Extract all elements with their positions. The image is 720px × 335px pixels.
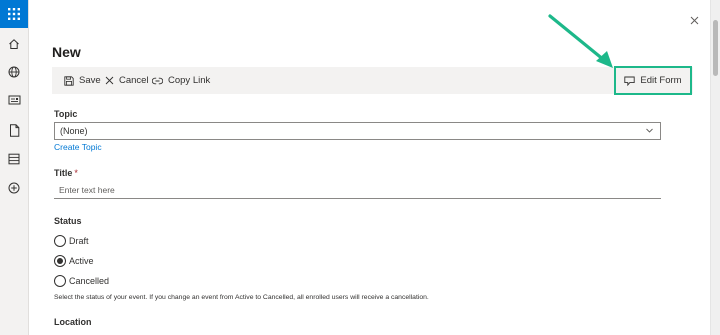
title-label-text: Title <box>54 168 73 178</box>
required-marker: * <box>74 168 78 178</box>
radio-cancelled[interactable] <box>54 275 66 287</box>
copy-link-button[interactable]: Copy Link <box>152 67 210 94</box>
add-circle-icon <box>8 182 20 194</box>
rail-news-button[interactable] <box>6 92 22 108</box>
topic-label: Topic <box>54 109 78 119</box>
news-icon <box>8 95 20 105</box>
edit-form-label: Edit Form <box>640 75 682 86</box>
save-button[interactable]: Save <box>64 67 101 94</box>
close-icon <box>690 16 698 24</box>
waffle-icon <box>8 8 20 20</box>
list-icon <box>8 153 20 165</box>
title-input[interactable] <box>54 182 661 199</box>
annotation-arrow-icon <box>548 14 613 68</box>
title-label: Title * <box>54 168 78 178</box>
status-label: Status <box>54 216 82 226</box>
app-rail <box>0 0 29 335</box>
rail-lists-button[interactable] <box>6 151 22 167</box>
app-launcher-button[interactable] <box>0 0 28 28</box>
scrollbar[interactable] <box>710 0 720 335</box>
radio-selected-dot <box>57 258 63 264</box>
copy-link-label: Copy Link <box>168 75 211 86</box>
home-icon <box>9 39 19 49</box>
chevron-down-icon <box>646 128 653 133</box>
rail-create-button[interactable] <box>6 180 22 196</box>
link-icon <box>152 77 163 84</box>
location-label: Location <box>54 317 92 327</box>
globe-icon <box>8 66 20 78</box>
save-label: Save <box>79 75 101 86</box>
cancel-label: Cancel <box>119 75 149 86</box>
scrollbar-thumb[interactable] <box>713 20 718 76</box>
radio-draft[interactable] <box>54 235 66 247</box>
status-help-text: Select the status of your event. If you … <box>54 294 429 301</box>
rail-files-button[interactable] <box>6 122 22 138</box>
save-icon <box>64 75 74 86</box>
status-option-draft[interactable]: Draft <box>54 234 89 248</box>
status-option-active[interactable]: Active <box>54 254 94 268</box>
topic-select[interactable]: (None) <box>54 122 661 140</box>
status-option-label: Cancelled <box>69 276 110 286</box>
status-option-label: Draft <box>69 236 89 246</box>
radio-active[interactable] <box>54 255 66 267</box>
cancel-icon <box>105 76 114 85</box>
document-icon <box>9 123 19 137</box>
cancel-button[interactable]: Cancel <box>105 67 149 94</box>
close-button[interactable] <box>687 13 701 27</box>
page-title: New <box>52 44 81 60</box>
rail-home-button[interactable] <box>6 36 22 52</box>
status-option-label: Active <box>69 256 94 266</box>
status-option-cancelled[interactable]: Cancelled <box>54 274 109 288</box>
topic-value: (None) <box>60 126 88 136</box>
rail-sites-button[interactable] <box>6 64 22 80</box>
create-topic-link[interactable]: Create Topic <box>54 142 102 152</box>
